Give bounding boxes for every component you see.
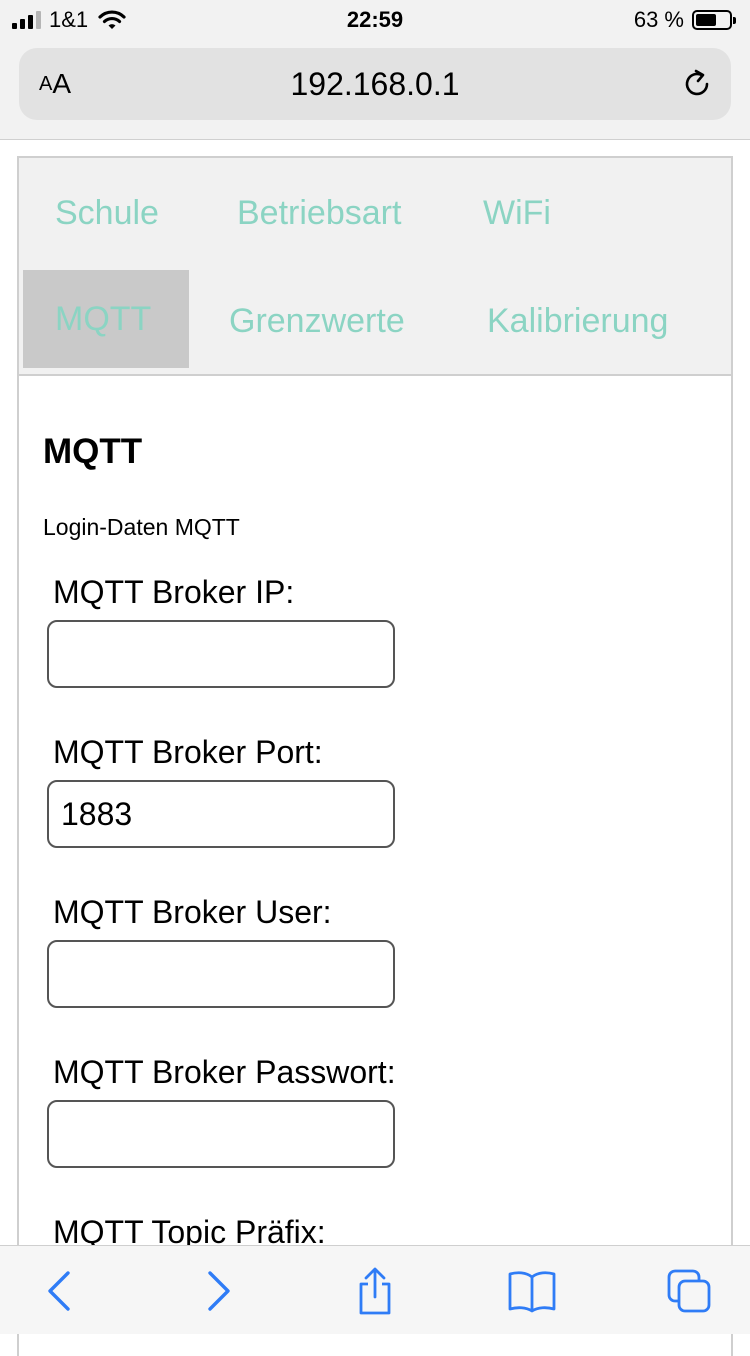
share-icon <box>359 1267 391 1315</box>
bookmarks-button[interactable] <box>507 1266 557 1316</box>
tabs-icon <box>667 1269 711 1313</box>
back-button[interactable] <box>34 1266 84 1316</box>
status-bar: 1&1 22:59 63 % <box>0 0 750 40</box>
url-text[interactable]: 192.168.0.1 <box>19 48 731 120</box>
battery-percent: 63 % <box>633 7 684 32</box>
tab-wifi[interactable]: WiFi <box>483 164 551 262</box>
tab-kalibrierung[interactable]: Kalibrierung <box>487 272 668 370</box>
forward-icon <box>208 1271 230 1311</box>
tab-mqtt[interactable]: MQTT <box>23 270 189 368</box>
broker-password-label: MQTT Broker Passwort: <box>53 1054 396 1090</box>
broker-user-label: MQTT Broker User: <box>53 894 332 930</box>
broker-port-label: MQTT Broker Port: <box>53 734 323 770</box>
tab-grenzwerte[interactable]: Grenzwerte <box>229 272 405 370</box>
web-page: Schule Betriebsart WiFi MQTT Grenzwerte … <box>17 156 733 1356</box>
bookmarks-icon <box>508 1271 556 1313</box>
reload-icon[interactable] <box>679 66 715 102</box>
broker-user-input[interactable] <box>47 940 395 1008</box>
address-bar[interactable]: A A 192.168.0.1 <box>19 48 731 120</box>
browser-toolbar <box>0 1245 750 1334</box>
tabs-button[interactable] <box>664 1266 714 1316</box>
back-icon <box>48 1271 70 1311</box>
share-button[interactable] <box>350 1266 400 1316</box>
tab-schule[interactable]: Schule <box>55 164 159 262</box>
section-title: MQTT <box>43 432 143 471</box>
tab-betriebsart[interactable]: Betriebsart <box>237 164 401 262</box>
browser-address-area: A A 192.168.0.1 <box>0 40 750 140</box>
battery-icon <box>692 10 736 30</box>
broker-port-input[interactable] <box>47 780 395 848</box>
tab-bar: Schule Betriebsart WiFi MQTT Grenzwerte … <box>19 158 731 376</box>
section-subtitle: Login-Daten MQTT <box>43 514 240 540</box>
battery-fill <box>696 14 717 26</box>
broker-ip-label: MQTT Broker IP: <box>53 574 295 610</box>
broker-ip-input[interactable] <box>47 620 395 688</box>
status-right: 63 % <box>633 6 736 34</box>
broker-password-input[interactable] <box>47 1100 395 1168</box>
forward-button[interactable] <box>194 1266 244 1316</box>
